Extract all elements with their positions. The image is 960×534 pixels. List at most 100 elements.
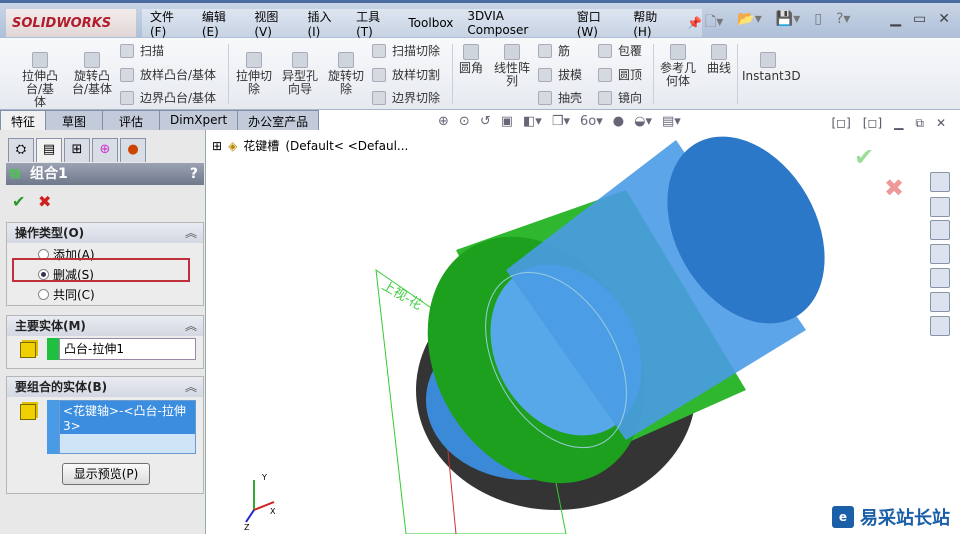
menu-help[interactable]: 帮助(H) <box>633 8 673 39</box>
viewport-minimize-icon[interactable]: ▁ <box>894 116 903 131</box>
pin-icon[interactable]: 📌 <box>687 16 702 30</box>
boundary-boss-button[interactable]: 边界凸台/基体 <box>120 89 216 106</box>
bodies-list[interactable]: <花键轴>-<凸台-拉伸3> <box>59 400 196 454</box>
task-pane-explorer-icon[interactable] <box>930 244 950 264</box>
boundary-cut-icon <box>372 90 386 105</box>
new-icon[interactable]: 🗋▾ <box>705 11 723 35</box>
help-icon[interactable]: ?▾ <box>836 11 850 35</box>
help-button[interactable]: ? <box>190 163 198 185</box>
scene-icon[interactable]: ◒▾ <box>634 114 652 129</box>
save-icon[interactable]: 💾▾ <box>776 11 800 35</box>
shell-button[interactable]: 抽壳 <box>538 89 582 106</box>
part-name[interactable]: 花键槽 <box>243 137 279 154</box>
revolve-boss-button[interactable]: 旋转凸台/基体 <box>70 52 114 96</box>
graphics-area[interactable]: 上视-花 Y X Z ✔ ✖ <box>206 130 960 534</box>
swept-cut-button[interactable]: 扫描切除 <box>372 42 440 59</box>
feature-manager-tab[interactable]: ⛭ <box>8 138 34 162</box>
section-view-icon[interactable]: ▣ <box>501 114 513 129</box>
list-item[interactable]: <花键轴>-<凸台-拉伸3> <box>60 401 195 434</box>
sweep-button[interactable]: 扫描 <box>120 42 164 59</box>
split-left-icon[interactable]: [◻] <box>831 116 850 131</box>
solidworks-logo[interactable]: SOLIDWORKS <box>6 9 136 37</box>
fillet-button[interactable]: 圆角 <box>456 44 486 75</box>
reference-geometry-button[interactable]: 参考几何体 <box>658 44 698 88</box>
group-header[interactable]: 操作类型(O) ︽ <box>7 223 203 243</box>
menu-tools[interactable]: 工具(T) <box>356 8 394 39</box>
tab-dimxpert[interactable]: DimXpert <box>159 110 239 130</box>
swept-cut-icon <box>372 43 386 58</box>
previous-view-icon[interactable]: ↺ <box>480 114 491 129</box>
display-manager-tab[interactable]: ● <box>120 138 146 162</box>
hide-show-icon[interactable]: 6o▾ <box>580 114 603 129</box>
display-style-icon[interactable]: ❒▾ <box>552 114 570 129</box>
maximize-icon[interactable]: ▭ <box>913 11 926 27</box>
expand-icon[interactable]: ⊞ <box>212 139 222 153</box>
zoom-fit-icon[interactable]: ⊕ <box>438 114 449 129</box>
collapse-icon[interactable]: ︽ <box>185 316 197 336</box>
view-orientation-icon[interactable]: ◧▾ <box>523 114 542 129</box>
main-body-field[interactable]: 凸台-拉伸1 <box>59 338 196 360</box>
tab-evaluate[interactable]: 评估 <box>102 110 161 130</box>
menu-toolbox[interactable]: Toolbox <box>408 16 453 30</box>
minimize-icon[interactable]: ▁ <box>890 11 901 27</box>
group-header[interactable]: 主要实体(M) ︽ <box>7 316 203 336</box>
curves-button[interactable]: 曲线 <box>704 44 734 75</box>
viewport-close-icon[interactable]: ✕ <box>936 116 946 131</box>
confirm-cancel-icon[interactable]: ✖ <box>884 174 904 202</box>
extrude-boss-button[interactable]: 拉伸凸台/基体 <box>20 52 60 109</box>
task-pane-appearance-icon[interactable] <box>930 292 950 312</box>
tab-features[interactable]: 特征 <box>0 110 47 130</box>
collapse-icon[interactable]: ︽ <box>185 223 197 243</box>
radio-common[interactable]: 共同(C) <box>38 286 95 303</box>
revolve-cut-button[interactable]: 旋转切除 <box>326 52 366 96</box>
close-icon[interactable]: ✕ <box>938 11 950 27</box>
tab-office[interactable]: 办公室产品 <box>237 110 320 130</box>
loft-button[interactable]: 放样凸台/基体 <box>120 66 216 83</box>
label: 线性阵列 <box>493 61 530 88</box>
menu-3dvia[interactable]: 3DVIA Composer <box>467 9 562 37</box>
command-tabs: 特征 草图 评估 DimXpert 办公室产品 <box>0 110 320 130</box>
viewport-restore-icon[interactable]: ⧉ <box>915 116 924 131</box>
menu-edit[interactable]: 编辑(E) <box>202 8 241 39</box>
cancel-x-icon[interactable]: ✖ <box>38 192 51 211</box>
task-pane-home-icon[interactable] <box>930 197 950 217</box>
zoom-area-icon[interactable]: ⊙ <box>459 114 470 129</box>
open-icon[interactable]: 📂▾ <box>737 11 761 35</box>
property-manager: ⛭ ▤ ⊞ ⊕ ● ⧉ 组合1 ? ✔ ✖ 操作类型(O) ︽ 添加(A) 删减(… <box>0 130 206 534</box>
menu-file[interactable]: 文件(F) <box>150 8 188 39</box>
menu-insert[interactable]: 插入(I) <box>307 8 342 39</box>
task-pane-library-icon[interactable] <box>930 220 950 240</box>
options-icon[interactable]: ▯ <box>814 11 822 35</box>
task-pane-palette-icon[interactable] <box>930 268 950 288</box>
property-manager-tab[interactable]: ▤ <box>36 138 62 162</box>
collapse-icon[interactable]: ︽ <box>185 377 197 397</box>
lofted-cut-button[interactable]: 放样切割 <box>372 66 440 83</box>
task-pane-resources-icon[interactable] <box>930 172 950 192</box>
tab-sketch[interactable]: 草图 <box>45 110 104 130</box>
hole-wizard-button[interactable]: 异型孔向导 <box>280 52 320 96</box>
show-preview-button[interactable]: 显示预览(P) <box>62 463 150 485</box>
instant3d-button[interactable]: Instant3D <box>742 52 801 83</box>
extrude-cut-button[interactable]: 拉伸切除 <box>234 52 274 96</box>
linear-pattern-button[interactable]: 线性阵列 <box>492 44 532 88</box>
task-pane-properties-icon[interactable] <box>930 316 950 336</box>
ok-check-icon[interactable]: ✔ <box>12 192 25 211</box>
wrap-button[interactable]: 包覆 <box>598 42 642 59</box>
label: 异型孔向导 <box>281 69 318 96</box>
group-title: 主要实体(M) <box>15 319 86 333</box>
menu-view[interactable]: 视图(V) <box>254 8 293 39</box>
confirm-check-icon[interactable]: ✔ <box>854 143 874 171</box>
boundary-cut-button[interactable]: 边界切除 <box>372 89 440 106</box>
menu-window[interactable]: 窗口(W) <box>577 8 620 39</box>
rib-button[interactable]: 筋 <box>538 42 570 59</box>
config-manager-tab[interactable]: ⊞ <box>64 138 90 162</box>
dimxpert-manager-tab[interactable]: ⊕ <box>92 138 118 162</box>
appearance-icon[interactable]: ● <box>613 114 624 129</box>
mirror-button[interactable]: 镜向 <box>598 89 642 106</box>
draft-button[interactable]: 拔模 <box>538 66 582 83</box>
radio-button[interactable] <box>38 289 49 300</box>
split-right-icon[interactable]: [◻] <box>863 116 882 131</box>
group-header[interactable]: 要组合的实体(B) ︽ <box>7 377 203 397</box>
dome-button[interactable]: 圆顶 <box>598 66 642 83</box>
view-settings-icon[interactable]: ▤▾ <box>662 114 681 129</box>
